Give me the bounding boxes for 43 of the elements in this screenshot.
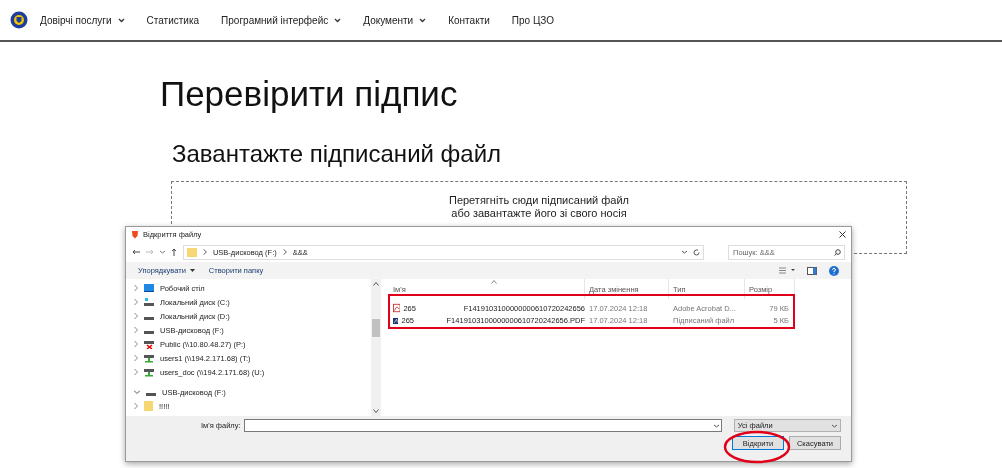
folder-icon [186,247,197,257]
chevron-down-icon [832,423,837,428]
back-arrow-icon[interactable] [132,249,140,255]
help-icon[interactable] [829,265,839,276]
nav-link[interactable]: Документи [363,12,427,28]
nav-link[interactable]: Програмний інтерфейс [221,12,342,28]
logo-icon[interactable] [10,11,28,29]
drive-icon [144,298,154,306]
nav-link[interactable]: Довірчі послуги [40,12,125,28]
page-heading: Перевірити підпис [160,74,459,114]
scrollbar-thumb[interactable] [372,319,380,337]
forward-arrow-icon[interactable] [146,249,154,255]
refresh-icon[interactable] [693,248,700,256]
chevron-down-icon[interactable] [682,250,687,254]
scroll-down-icon[interactable] [373,409,379,413]
nav-link[interactable]: Контакти [448,12,490,28]
drop-hint: Перетягніть сюди підписаний файл [448,194,630,207]
shield-icon [131,230,139,239]
nav-link[interactable]: Про ЦЗО [511,12,554,28]
nav-link[interactable]: Статистика [146,12,200,28]
chevron-down-icon[interactable] [713,423,719,428]
scrollbar[interactable] [371,279,381,416]
network-drive-icon [144,339,154,349]
scroll-up-icon[interactable] [373,282,379,286]
folder-icon [144,401,153,411]
network-drive-icon [144,353,154,363]
highlight-ellipse [723,430,791,464]
caret-icon [189,269,195,272]
close-icon[interactable] [839,231,846,238]
pdf-file-icon [393,303,401,314]
drop-hint: або завантажте його зі свого носія [451,207,627,220]
signed-file-icon [393,315,399,326]
search-icon [834,248,841,256]
monitor-icon [144,284,154,292]
chevron-right-icon [202,249,207,255]
chevron-right-icon [282,249,287,255]
view-options-icon[interactable] [779,267,795,274]
network-drive-icon [144,367,154,377]
up-arrow-icon[interactable] [170,248,177,256]
preview-pane-icon[interactable] [807,266,817,275]
chevron-down-icon[interactable] [159,250,165,254]
filename-field[interactable] [243,419,722,432]
section-heading: Завантажте підписаний файл [172,139,503,169]
